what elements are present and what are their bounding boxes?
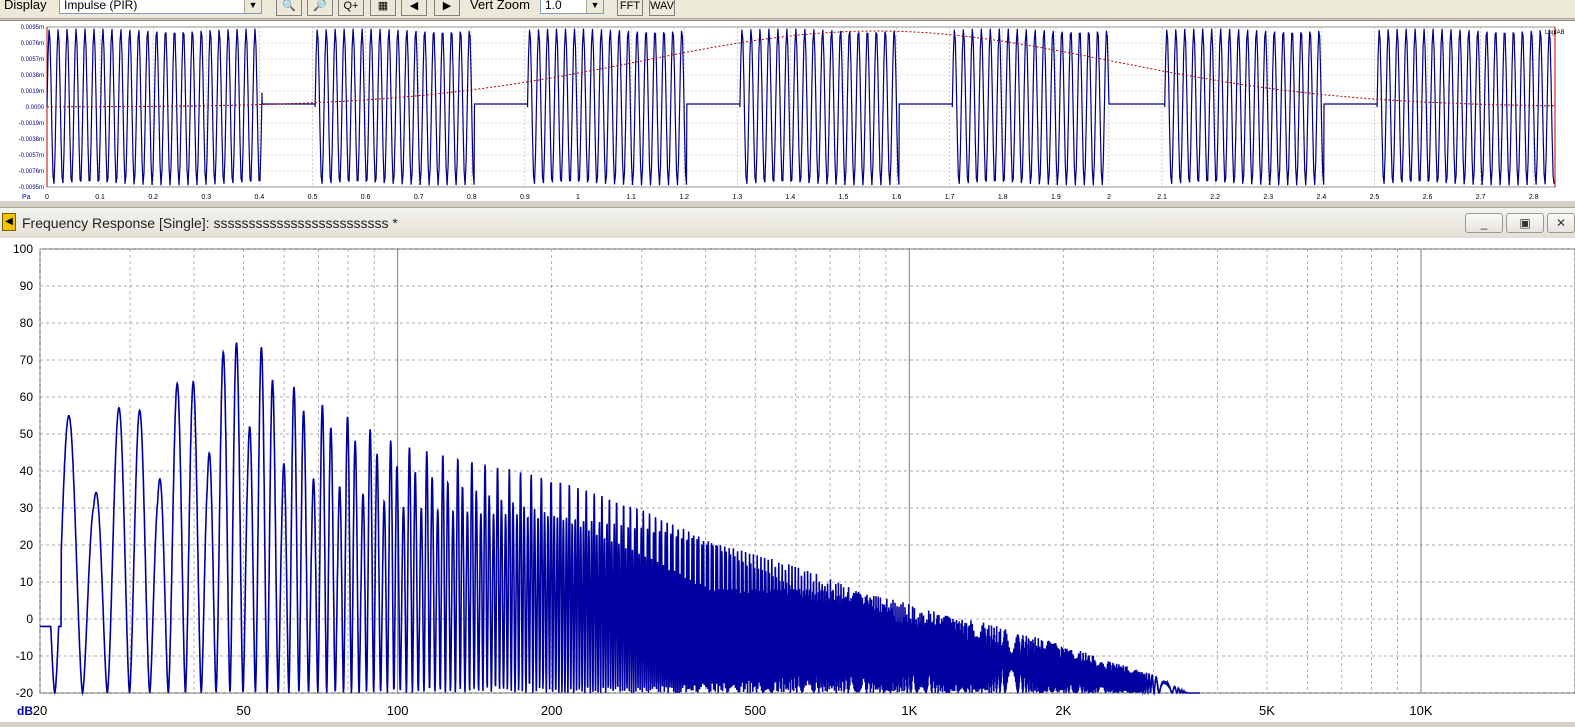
impulse-x-tick: 0.9 <box>520 194 530 201</box>
freq-response-chart: 1009080706050403020100-10-2020 50 100 200 50… <box>0 238 1575 722</box>
restore-button[interactable]: ▣ <box>1506 213 1544 233</box>
fft-button[interactable]: FFT <box>617 0 643 16</box>
freq-y-tick: 0 <box>26 612 33 626</box>
impulse-y-tick: 0.0019m <box>21 89 44 95</box>
freq-window-title: Frequency Response [Single]: sssssssssss… <box>22 215 398 231</box>
impulse-y-tick: -0.0095m <box>19 185 44 191</box>
impulse-x-tick: 0.8 <box>467 194 477 201</box>
impulse-x-tick: 2.5 <box>1370 194 1380 201</box>
freq-x-tick: 20 <box>33 703 47 718</box>
freq-x-tick: 50 <box>236 703 250 718</box>
freq-y-tick: 50 <box>20 427 34 441</box>
close-button[interactable]: ✕ <box>1547 213 1575 233</box>
impulse-x-tick: 2.4 <box>1316 194 1326 201</box>
impulse-x-tick: 0.7 <box>414 194 424 201</box>
camera-icon[interactable]: ▦ <box>370 0 396 16</box>
impulse-x-tick: 1.9 <box>1051 194 1061 201</box>
freq-y-tick: -10 <box>16 649 34 663</box>
impulse-x-tick: 2.7 <box>1476 194 1486 201</box>
impulse-x-tick: 0.3 <box>201 194 211 201</box>
freq-response-panel: 100 90 80 70 60 50 40 30 20 10 0 -10 -20 20 50 100 200 50… <box>0 238 1575 722</box>
impulse-x-tick: 1.6 <box>892 194 902 201</box>
impulse-y-tick: 0.0076m <box>21 41 44 47</box>
impulse-x-tick: 1.8 <box>998 194 1008 201</box>
freq-window-titlebar[interactable]: ◀ Frequency Response [Single]: sssssssss… <box>0 207 1575 239</box>
speaker-icon: ◀ <box>2 213 16 231</box>
impulse-y-tick: -0.0076m <box>19 169 44 175</box>
zoom-out-icon[interactable]: 🔎 <box>307 0 333 16</box>
impulse-y-tick: 0.0000 <box>26 105 45 111</box>
impulse-x-tick: 2.2 <box>1210 194 1220 201</box>
impulse-chart: 0.0095m 0.0076m 0.0057m 0.0038m 0.0019m 0.000… <box>0 21 1575 201</box>
impulse-x-tick: 0.2 <box>148 194 158 201</box>
zoom-plus-icon[interactable]: Q+ <box>338 0 364 16</box>
impulse-y-tick: 0.0095m <box>21 25 44 31</box>
freq-x-tick: 100 <box>387 703 409 718</box>
impulse-x-tick: 2.8 <box>1529 194 1539 201</box>
impulse-x-unit: Pa <box>22 194 31 201</box>
chevron-down-icon[interactable]: ▼ <box>586 0 603 13</box>
arrow-left-icon[interactable]: ◀ <box>401 0 427 16</box>
display-label: Display <box>4 0 47 12</box>
freq-y-tick: 100 <box>13 242 33 256</box>
freq-y-tick: 60 <box>20 390 34 404</box>
impulse-y-tick: 0.0057m <box>21 57 44 63</box>
freq-y-tick: 80 <box>20 316 34 330</box>
impulse-x-tick: 1.3 <box>732 194 742 201</box>
display-select-value: Impulse (PIR) <box>64 0 138 12</box>
freq-x-tick: 5K <box>1259 703 1275 718</box>
impulse-x-tick: 1.7 <box>945 194 955 201</box>
impulse-panel: 0.0095m 0.0076m 0.0057m 0.0038m 0.0019m 0.000… <box>0 20 1575 201</box>
freq-y-axis-label: dB <box>17 704 33 718</box>
impulse-x-tick: 1.1 <box>626 194 636 201</box>
impulse-x-tick: 2 <box>1107 194 1111 201</box>
vert-zoom-label: Vert Zoom <box>470 0 530 12</box>
impulse-y-tick: -0.0038m <box>19 137 44 143</box>
freq-y-tick: 30 <box>20 501 34 515</box>
impulse-x-tick: 1.2 <box>679 194 689 201</box>
minimize-button[interactable]: _ <box>1465 213 1503 233</box>
zoom-in-icon[interactable]: 🔍 <box>276 0 302 16</box>
impulse-x-tick: 0.6 <box>361 194 371 201</box>
impulse-x-tick: 0.4 <box>255 194 265 201</box>
impulse-y-tick: -0.0019m <box>19 121 44 127</box>
freq-x-tick: 200 <box>541 703 563 718</box>
vert-zoom-value: 1.0 <box>545 0 562 12</box>
impulse-x-tick: 1 <box>576 194 580 201</box>
freq-y-tick: 40 <box>20 464 34 478</box>
wav-button[interactable]: WAV <box>649 0 675 16</box>
display-select[interactable]: Impulse (PIR) ▼ <box>59 0 262 14</box>
arrow-right-icon[interactable]: ▶ <box>434 0 460 16</box>
impulse-y-tick: -0.0057m <box>19 153 44 159</box>
freq-y-tick: -20 <box>16 686 34 700</box>
freq-x-tick: 500 <box>744 703 766 718</box>
vert-zoom-select[interactable]: 1.0 ▼ <box>540 0 604 14</box>
impulse-x-tick: 0.5 <box>308 194 318 201</box>
impulse-x-tick: 2.6 <box>1423 194 1433 201</box>
freq-y-tick: 70 <box>20 353 34 367</box>
impulse-x-tick: 0.1 <box>95 194 105 201</box>
impulse-x-tick: 1.4 <box>786 194 796 201</box>
chevron-down-icon[interactable]: ▼ <box>244 0 261 13</box>
impulse-x-tick: 0 <box>45 194 49 201</box>
impulse-x-tick: 1.5 <box>839 194 849 201</box>
freq-y-tick: 90 <box>20 279 34 293</box>
impulse-x-tick: 2.3 <box>1263 194 1273 201</box>
toolbar: Display Impulse (PIR) ▼ 🔍 🔎 Q+ ▦ ◀ ▶ Ver… <box>0 0 1575 19</box>
freq-x-tick: 10K <box>1409 703 1432 718</box>
freq-x-tick: 1K <box>901 703 917 718</box>
impulse-y-tick: 0.0038m <box>21 73 44 79</box>
freq-x-tick: 2K <box>1055 703 1071 718</box>
impulse-x-tick: 2.1 <box>1157 194 1167 201</box>
freq-y-tick: 10 <box>20 575 34 589</box>
freq-y-tick: 20 <box>20 538 34 552</box>
